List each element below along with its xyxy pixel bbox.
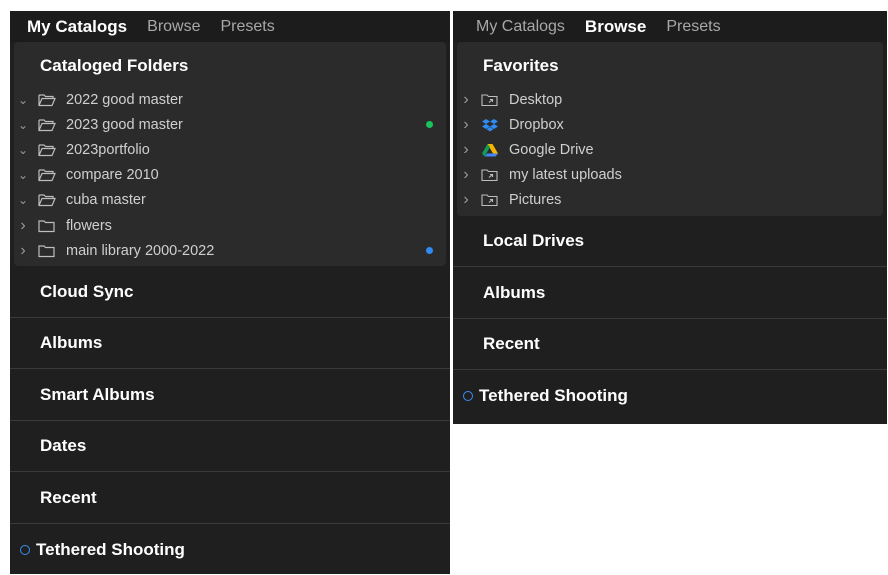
- google-drive-icon: [479, 143, 501, 157]
- tab-browse[interactable]: Browse: [147, 18, 200, 36]
- folder-open-icon: [36, 193, 58, 207]
- section-recent[interactable]: Recent: [10, 472, 450, 524]
- chevron-down-icon[interactable]: ⌄: [16, 168, 30, 182]
- chevron-down-icon[interactable]: ⌄: [16, 93, 30, 107]
- section-albums[interactable]: Albums: [10, 318, 450, 369]
- favorite-row[interactable]: › Pictures: [457, 188, 883, 213]
- item-label: main library 2000-2022: [66, 242, 215, 259]
- folder-row[interactable]: ⌄ 2023 good master: [14, 112, 446, 137]
- chevron-right-icon[interactable]: ›: [16, 217, 30, 235]
- section-tethered-shooting[interactable]: Tethered Shooting: [453, 370, 887, 421]
- item-label: 2023 good master: [66, 116, 183, 133]
- chevron-down-icon[interactable]: ⌄: [16, 118, 30, 132]
- tab-bar: My Catalogs Browse Presets: [10, 11, 450, 42]
- chevron-right-icon[interactable]: ›: [459, 191, 473, 209]
- status-dot: [426, 121, 433, 129]
- section-albums[interactable]: Albums: [453, 267, 887, 319]
- status-dot: [426, 247, 433, 255]
- tether-status-icon: [463, 390, 473, 401]
- item-label: Desktop: [509, 91, 563, 108]
- folder-list: ⌄ 2022 good master ⌄ 2023 good master ⌄ 2023p…: [14, 87, 446, 263]
- dropbox-icon: [479, 118, 501, 132]
- section-list: Local Drives Albums Recent Tethered Shootin…: [453, 216, 887, 421]
- chevron-right-icon[interactable]: ›: [459, 91, 473, 109]
- chevron-right-icon[interactable]: ›: [459, 116, 473, 134]
- chevron-down-icon[interactable]: ⌄: [16, 143, 30, 157]
- tab-presets[interactable]: Presets: [221, 18, 275, 36]
- favorites-header[interactable]: Favorites: [457, 42, 883, 87]
- browse-panel: My Catalogs Browse Presets Favorites › De…: [453, 11, 887, 424]
- folder-row[interactable]: › main library 2000-2022: [14, 238, 446, 263]
- folder-open-icon: [36, 118, 58, 132]
- favorites-card: Favorites › Desktop › Dropbox › Google Drive ›…: [457, 42, 883, 216]
- section-dates[interactable]: Dates: [10, 421, 450, 472]
- item-label: 2023portfolio: [66, 141, 150, 158]
- chevron-right-icon[interactable]: ›: [459, 141, 473, 159]
- item-label: Pictures: [509, 192, 562, 209]
- section-smart-albums[interactable]: Smart Albums: [10, 369, 450, 421]
- favorite-row[interactable]: › Google Drive: [457, 137, 883, 162]
- folder-icon: [36, 244, 58, 258]
- my-catalogs-panel: My Catalogs Browse Presets Cataloged Fol…: [10, 11, 450, 574]
- folder-open-icon: [36, 143, 58, 157]
- folder-row[interactable]: ⌄ 2022 good master: [14, 87, 446, 112]
- item-label: 2022 good master: [66, 91, 183, 108]
- tether-status-icon: [20, 544, 30, 555]
- section-label: Tethered Shooting: [36, 539, 185, 559]
- cataloged-folders-card: Cataloged Folders ⌄ 2022 good master ⌄ 2023…: [14, 42, 446, 266]
- item-label: Dropbox: [509, 116, 564, 133]
- item-label: compare 2010: [66, 167, 159, 184]
- folder-link-icon: [479, 93, 501, 107]
- item-label: cuba master: [66, 192, 146, 209]
- favorite-row[interactable]: › my latest uploads: [457, 163, 883, 188]
- favorite-row[interactable]: › Dropbox: [457, 112, 883, 137]
- tab-my-catalogs[interactable]: My Catalogs: [476, 18, 565, 36]
- folder-link-icon: [479, 193, 501, 207]
- chevron-right-icon[interactable]: ›: [459, 166, 473, 184]
- section-tethered-shooting[interactable]: Tethered Shooting: [10, 524, 450, 575]
- section-local-drives[interactable]: Local Drives: [453, 216, 887, 267]
- cataloged-folders-header[interactable]: Cataloged Folders: [14, 42, 446, 87]
- folder-row[interactable]: ⌄ compare 2010: [14, 163, 446, 188]
- section-cloud-sync[interactable]: Cloud Sync: [10, 266, 450, 318]
- item-label: my latest uploads: [509, 167, 622, 184]
- item-label: flowers: [66, 217, 112, 234]
- folder-icon: [36, 219, 58, 233]
- folder-open-icon: [36, 168, 58, 182]
- favorites-list: › Desktop › Dropbox › Google Drive › my latest …: [457, 87, 883, 213]
- folder-row[interactable]: ⌄ 2023portfolio: [14, 137, 446, 162]
- tab-presets[interactable]: Presets: [666, 18, 720, 36]
- item-label: Google Drive: [509, 141, 594, 158]
- section-list: Cloud Sync Albums Smart Albums Dates Recent T…: [10, 266, 450, 575]
- tab-bar: My Catalogs Browse Presets: [453, 11, 887, 42]
- folder-link-icon: [479, 168, 501, 182]
- folder-row[interactable]: ⌄ cuba master: [14, 188, 446, 213]
- folder-row[interactable]: › flowers: [14, 213, 446, 238]
- section-recent[interactable]: Recent: [453, 319, 887, 370]
- folder-open-icon: [36, 93, 58, 107]
- tab-browse[interactable]: Browse: [585, 17, 646, 37]
- chevron-right-icon[interactable]: ›: [16, 242, 30, 260]
- section-label: Tethered Shooting: [479, 385, 628, 405]
- tab-my-catalogs[interactable]: My Catalogs: [27, 17, 127, 37]
- chevron-down-icon[interactable]: ⌄: [16, 193, 30, 207]
- favorite-row[interactable]: › Desktop: [457, 87, 883, 112]
